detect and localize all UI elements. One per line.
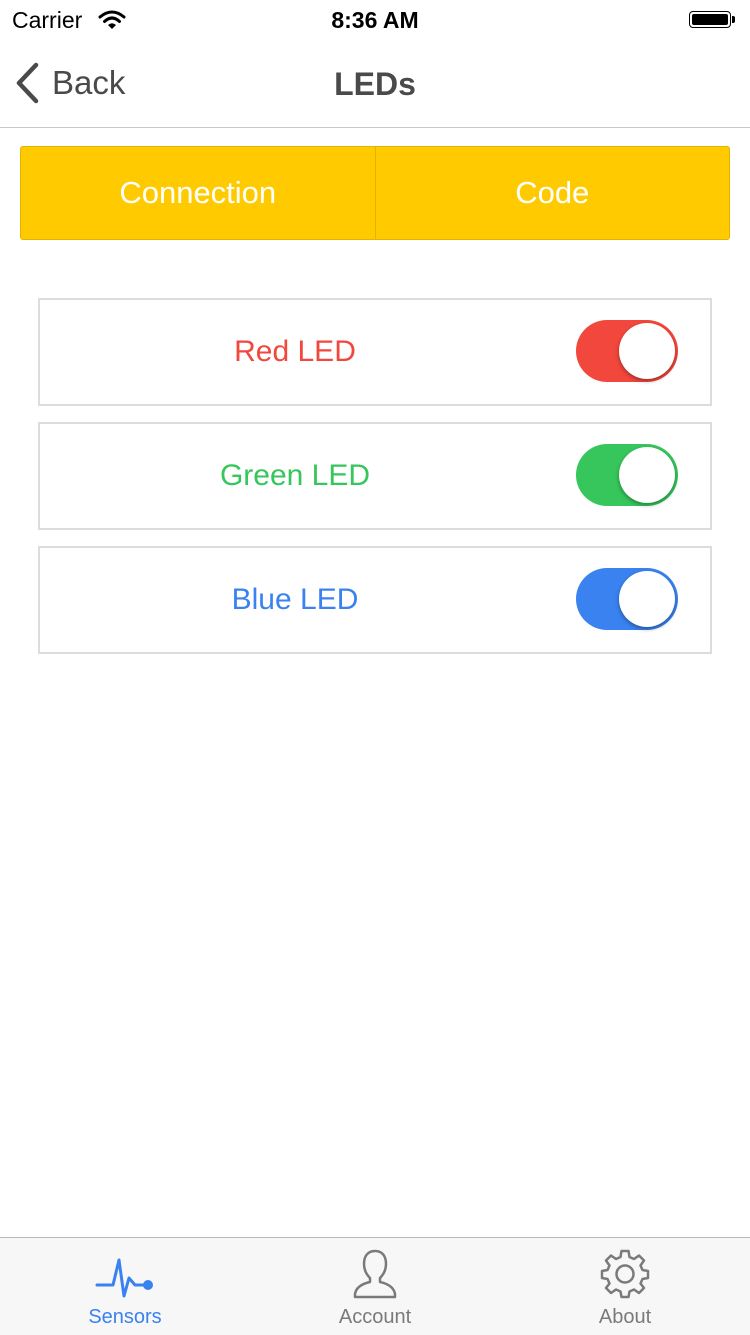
blue-led-toggle[interactable]: [576, 568, 678, 630]
tab-label: About: [598, 1306, 652, 1328]
toggle-knob: [619, 447, 675, 503]
tab-bar: Sensors Account About: [0, 1237, 750, 1335]
red-led-label: Red LED: [234, 335, 356, 368]
toggle-knob: [619, 571, 675, 627]
battery-icon: [689, 11, 735, 30]
tab-label: Sensors: [88, 1306, 162, 1328]
tab-about[interactable]: About: [500, 1238, 750, 1335]
gear-icon: [600, 1249, 650, 1299]
status-bar: Carrier 8:36 AM: [0, 0, 750, 40]
toggle-knob: [619, 323, 675, 379]
blue-led-label: Blue LED: [231, 583, 359, 616]
pulse-icon: [95, 1258, 153, 1298]
navigation-bar: Back LEDs: [0, 40, 750, 128]
tab-account[interactable]: Account: [250, 1238, 500, 1335]
red-led-toggle[interactable]: [576, 320, 678, 382]
green-led-label: Green LED: [219, 459, 371, 492]
led-row-blue: Blue LED: [38, 546, 712, 654]
clock: 8:36 AM: [331, 7, 419, 33]
tab-sensors[interactable]: Sensors: [0, 1238, 250, 1335]
code-button[interactable]: Code: [374, 147, 730, 239]
segment-group: Connection Code: [20, 146, 730, 240]
led-row-red: Red LED: [38, 298, 712, 406]
person-icon: [353, 1249, 397, 1299]
green-led-toggle[interactable]: [576, 444, 678, 506]
connection-button[interactable]: Connection: [21, 147, 375, 239]
led-row-green: Green LED: [38, 422, 712, 530]
tab-label: Account: [338, 1306, 412, 1328]
page-title: LEDs: [334, 66, 416, 102]
